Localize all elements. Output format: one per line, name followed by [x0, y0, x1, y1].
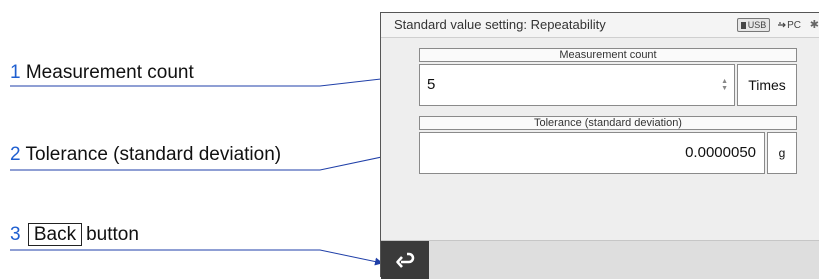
tolerance-unit: g — [767, 132, 797, 174]
pc-label: PC — [787, 20, 801, 31]
bottom-bar — [381, 240, 819, 279]
callout-text: button — [86, 224, 139, 245]
usb-icon: USB — [736, 18, 771, 32]
callout-boxed-label: Back — [27, 223, 83, 246]
callout-back-button: 3 Back button — [10, 223, 139, 246]
tolerance-group: Tolerance (standard deviation) 0.0000050… — [419, 116, 797, 174]
callout-number: 2 — [10, 144, 21, 165]
measurement-count-value: 5 — [427, 76, 436, 93]
measurement-count-unit: Times — [737, 64, 797, 106]
measurement-count-input[interactable]: 5 ▲ ▼ — [419, 64, 735, 106]
usb-label: USB — [747, 20, 767, 30]
device-screen: Standard value setting: Repeatability US… — [380, 12, 819, 279]
leader-line-3 — [10, 249, 383, 266]
callout-text: Measurement count — [25, 62, 194, 83]
tolerance-value: 0.0000050 — [685, 144, 756, 161]
tolerance-input[interactable]: 0.0000050 — [419, 132, 765, 174]
tolerance-header: Tolerance (standard deviation) — [419, 116, 797, 130]
screen-title: Standard value setting: Repeatability — [394, 17, 606, 32]
status-area: USB PC ✱ — [736, 18, 819, 32]
spinner-arrows-icon[interactable]: ▲ ▼ — [721, 78, 728, 92]
measurement-count-row: 5 ▲ ▼ Times — [419, 64, 797, 106]
callout-tolerance: 2 Tolerance (standard deviation) — [10, 144, 281, 166]
bluetooth-icon: ✱ — [809, 19, 819, 31]
callout-measurement-count: 1 Measurement count — [10, 62, 194, 84]
pc-link-icon: PC — [778, 20, 804, 31]
measurement-count-header: Measurement count — [419, 48, 797, 62]
back-button[interactable] — [381, 241, 429, 279]
title-bar: Standard value setting: Repeatability US… — [381, 13, 819, 38]
measurement-count-group: Measurement count 5 ▲ ▼ Times — [419, 48, 797, 106]
tolerance-row: 0.0000050 g — [419, 132, 797, 174]
return-arrow-icon — [396, 252, 415, 268]
callout-number: 3 — [10, 224, 21, 245]
callout-text: Tolerance (standard deviation) — [25, 144, 282, 165]
callout-number: 1 — [10, 62, 21, 83]
